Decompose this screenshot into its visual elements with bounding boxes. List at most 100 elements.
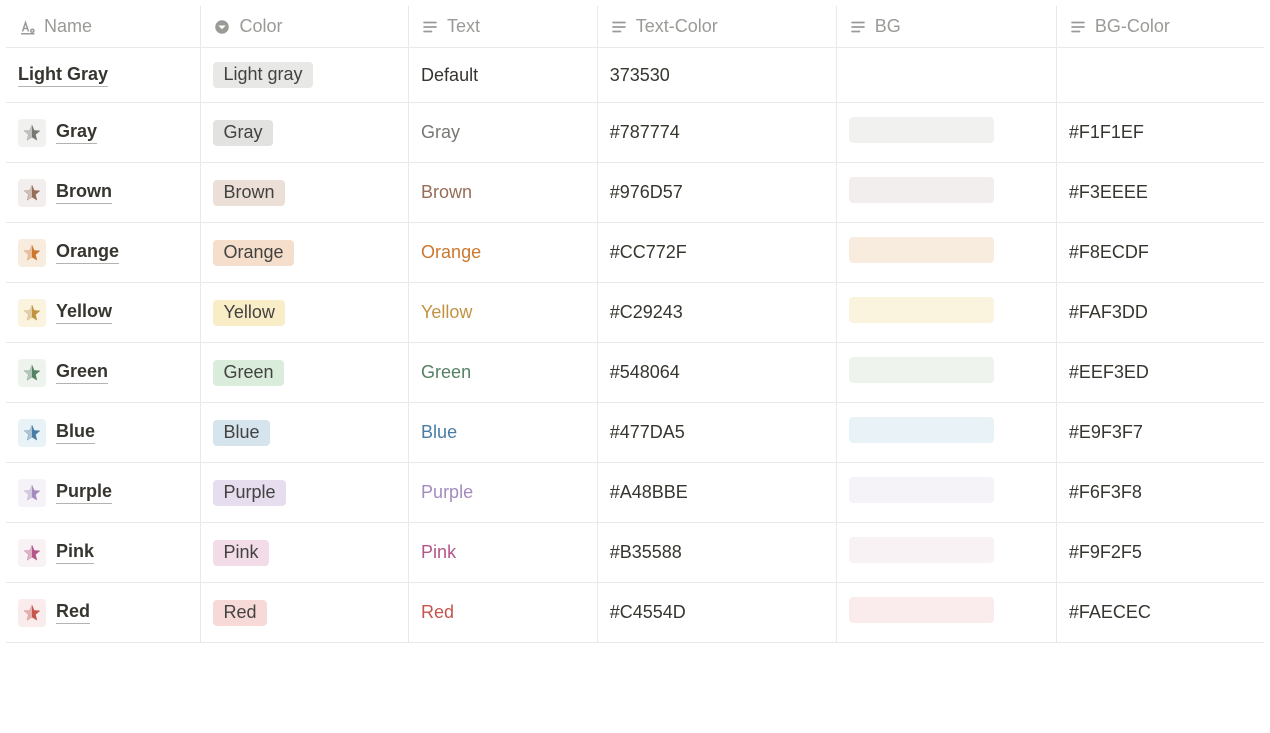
cell-color[interactable]: Green: [201, 343, 409, 403]
cell-text[interactable]: Green: [409, 343, 598, 403]
table-row[interactable]: BlueBlueBlue#477DA5#E9F3F7: [6, 403, 1264, 463]
cell-bg[interactable]: [836, 463, 1056, 523]
cell-color[interactable]: Light gray: [201, 48, 409, 103]
star-icon: [18, 299, 46, 327]
cell-text-color[interactable]: #477DA5: [597, 403, 836, 463]
row-name: Gray: [56, 121, 97, 144]
table-row[interactable]: Purple Purple Purple #A48BBE #F6F3F8: [6, 463, 1264, 523]
cell-text-color[interactable]: #548064: [597, 343, 836, 403]
cell-bg[interactable]: [836, 523, 1056, 583]
table-row[interactable]: Light Gray Light gray Default 373530: [6, 48, 1264, 103]
table-row[interactable]: BrownBrownBrown#976D57#F3EEEE: [6, 163, 1264, 223]
cell-text[interactable]: Default: [409, 48, 598, 103]
cell-color[interactable]: Pink: [201, 523, 409, 583]
col-header-bg[interactable]: BG: [836, 6, 1056, 48]
bg-swatch: [849, 357, 994, 383]
cell-text-color[interactable]: #976D57: [597, 163, 836, 223]
table-row[interactable]: GreenGreenGreen#548064#EEF3ED: [6, 343, 1264, 403]
cell-bg[interactable]: [836, 48, 1056, 103]
cell-bg-color[interactable]: #F8ECDF: [1056, 223, 1264, 283]
cell-text[interactable]: Orange: [409, 223, 598, 283]
cell-text[interactable]: Brown: [409, 163, 598, 223]
table-row[interactable]: GrayGrayGray#787774#F1F1EF: [6, 103, 1264, 163]
bg-color-hex: #F9F2F5: [1069, 542, 1142, 562]
table-row[interactable]: RedRedRed#C4554D#FAECEC: [6, 583, 1264, 643]
bg-swatch: [849, 537, 994, 563]
col-header-name[interactable]: Name: [6, 6, 201, 48]
color-tag: Orange: [213, 240, 293, 266]
select-property-icon: [213, 18, 231, 36]
cell-text[interactable]: Pink: [409, 523, 598, 583]
cell-color[interactable]: Gray: [201, 103, 409, 163]
cell-bg[interactable]: [836, 403, 1056, 463]
table-header-row: Name Color: [6, 6, 1264, 48]
cell-color[interactable]: Brown: [201, 163, 409, 223]
text-color-hex: #C4554D: [610, 602, 686, 622]
table-row[interactable]: YellowYellowYellow#C29243#FAF3DD: [6, 283, 1264, 343]
cell-bg-color[interactable]: #FAECEC: [1056, 583, 1264, 643]
cell-bg-color[interactable]: #F1F1EF: [1056, 103, 1264, 163]
cell-text[interactable]: Purple: [409, 463, 598, 523]
cell-text-color[interactable]: #B35588: [597, 523, 836, 583]
cell-color[interactable]: Orange: [201, 223, 409, 283]
text-color-hex: 373530: [610, 65, 670, 85]
bg-swatch: [849, 117, 994, 143]
cell-bg-color[interactable]: #EEF3ED: [1056, 343, 1264, 403]
cell-bg[interactable]: [836, 283, 1056, 343]
cell-name[interactable]: Green: [6, 343, 201, 403]
cell-text[interactable]: Yellow: [409, 283, 598, 343]
cell-name[interactable]: Purple: [6, 463, 201, 523]
cell-bg-color[interactable]: #F9F2F5: [1056, 523, 1264, 583]
col-header-bg-color-label: BG-Color: [1095, 16, 1170, 37]
cell-text-color[interactable]: 373530: [597, 48, 836, 103]
table-row[interactable]: OrangeOrangeOrange#CC772F#F8ECDF: [6, 223, 1264, 283]
cell-bg[interactable]: [836, 343, 1056, 403]
color-tag: Light gray: [213, 62, 312, 88]
cell-name[interactable]: Gray: [6, 103, 201, 163]
col-header-text[interactable]: Text: [409, 6, 598, 48]
cell-text[interactable]: Red: [409, 583, 598, 643]
cell-color[interactable]: Red: [201, 583, 409, 643]
bg-color-hex: #FAF3DD: [1069, 302, 1148, 322]
text-property-icon: [421, 18, 439, 36]
col-header-bg-color[interactable]: BG-Color: [1056, 6, 1264, 48]
cell-color[interactable]: Yellow: [201, 283, 409, 343]
text-sample: Purple: [421, 482, 473, 502]
text-sample: Brown: [421, 182, 472, 202]
cell-name[interactable]: Red: [6, 583, 201, 643]
cell-name[interactable]: Light Gray: [6, 48, 201, 103]
cell-text-color[interactable]: #CC772F: [597, 223, 836, 283]
table-row[interactable]: PinkPinkPink#B35588#F9F2F5: [6, 523, 1264, 583]
cell-text-color[interactable]: #C29243: [597, 283, 836, 343]
cell-bg[interactable]: [836, 583, 1056, 643]
cell-text[interactable]: Gray: [409, 103, 598, 163]
cell-text[interactable]: Blue: [409, 403, 598, 463]
cell-bg[interactable]: [836, 103, 1056, 163]
cell-name[interactable]: Blue: [6, 403, 201, 463]
cell-bg-color[interactable]: #E9F3F7: [1056, 403, 1264, 463]
bg-color-hex: #F1F1EF: [1069, 122, 1144, 142]
color-tag: Purple: [213, 480, 285, 506]
col-header-color-label: Color: [239, 16, 282, 37]
cell-name[interactable]: Orange: [6, 223, 201, 283]
cell-name[interactable]: Brown: [6, 163, 201, 223]
cell-text-color[interactable]: #787774: [597, 103, 836, 163]
cell-bg-color[interactable]: #F3EEEE: [1056, 163, 1264, 223]
cell-text-color[interactable]: #C4554D: [597, 583, 836, 643]
cell-name[interactable]: Pink: [6, 523, 201, 583]
cell-text-color[interactable]: #A48BBE: [597, 463, 836, 523]
row-name: Blue: [56, 421, 95, 444]
cell-bg[interactable]: [836, 163, 1056, 223]
cell-bg[interactable]: [836, 223, 1056, 283]
cell-name[interactable]: Yellow: [6, 283, 201, 343]
cell-color[interactable]: Blue: [201, 403, 409, 463]
col-header-text-color[interactable]: Text-Color: [597, 6, 836, 48]
cell-color[interactable]: Purple: [201, 463, 409, 523]
row-name: Pink: [56, 541, 94, 564]
cell-bg-color[interactable]: [1056, 48, 1264, 103]
cell-bg-color[interactable]: #F6F3F8: [1056, 463, 1264, 523]
text-color-hex: #787774: [610, 122, 680, 142]
cell-bg-color[interactable]: #FAF3DD: [1056, 283, 1264, 343]
bg-color-hex: #F6F3F8: [1069, 482, 1142, 502]
col-header-color[interactable]: Color: [201, 6, 409, 48]
